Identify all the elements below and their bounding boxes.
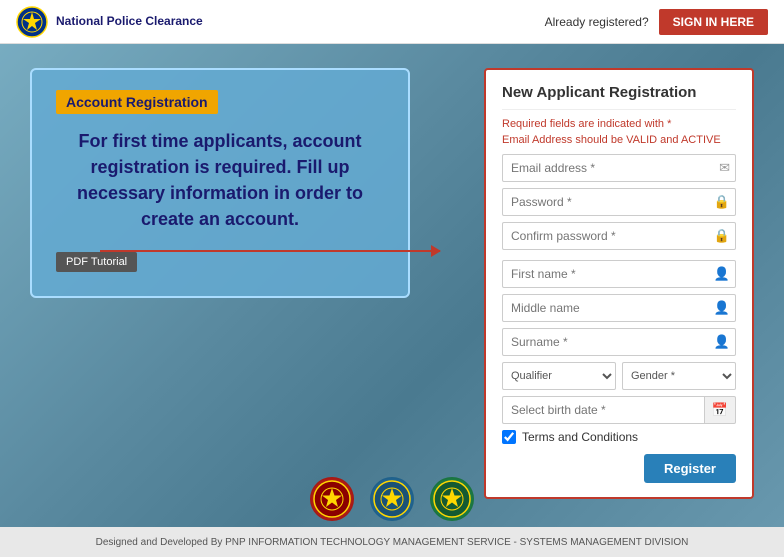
already-registered-text: Already registered? (545, 15, 649, 29)
email-input[interactable] (502, 154, 736, 182)
gender-field-group: Gender * Male Female (622, 362, 736, 390)
confirm-password-field-group: 🔒 (502, 222, 736, 250)
middle-name-input[interactable] (502, 294, 736, 322)
sign-in-button[interactable]: SIGN IN HERE (659, 9, 768, 35)
nbi-logo (370, 477, 414, 521)
footer-text: Designed and Developed By PNP INFORMATIO… (96, 537, 689, 548)
info-description: For first time applicants, account regis… (56, 128, 384, 232)
surname-input[interactable] (502, 328, 736, 356)
password-input[interactable] (502, 188, 736, 216)
pnp-logo (310, 477, 354, 521)
left-panel: Account Registration For first time appl… (30, 68, 410, 298)
gender-select[interactable]: Gender * Male Female (622, 362, 736, 390)
birthdate-input[interactable] (502, 396, 704, 424)
register-button[interactable]: Register (644, 454, 736, 483)
footer-logos (310, 477, 474, 521)
terms-checkbox[interactable] (502, 430, 516, 444)
calendar-button[interactable]: 📅 (704, 396, 736, 424)
confirm-password-input[interactable] (502, 222, 736, 250)
qualifier-select[interactable]: Qualifier Jr. Sr. II III (502, 362, 616, 390)
required-note: Required fields are indicated with * (502, 118, 736, 130)
pdf-tutorial-button[interactable]: PDF Tutorial (56, 252, 137, 272)
main-content: Account Registration For first time appl… (0, 44, 784, 517)
qualifier-gender-row: Qualifier Jr. Sr. II III Gender * Male F… (502, 362, 736, 390)
footer-bar: Designed and Developed By PNP INFORMATIO… (0, 527, 784, 557)
brand-logo-icon (16, 6, 48, 38)
arrow-indicator (100, 250, 440, 252)
email-field-group: ✉ (502, 154, 736, 182)
first-name-field-group: 👤 (502, 260, 736, 288)
navbar-right: Already registered? SIGN IN HERE (545, 9, 768, 35)
password-field-group: 🔒 (502, 188, 736, 216)
middle-name-field-group: 👤 (502, 294, 736, 322)
brand-text: National Police Clearance (56, 14, 203, 28)
doj-logo (430, 477, 474, 521)
birthdate-field-group: 📅 (502, 396, 736, 424)
email-note: Email Address should be VALID and ACTIVE (502, 134, 736, 146)
first-name-input[interactable] (502, 260, 736, 288)
register-button-container: Register (502, 454, 736, 483)
terms-label[interactable]: Terms and Conditions (522, 430, 638, 444)
registration-form-panel: New Applicant Registration Required fiel… (484, 68, 754, 499)
terms-row: Terms and Conditions (502, 430, 736, 444)
info-box: Account Registration For first time appl… (30, 68, 410, 298)
brand: National Police Clearance (16, 6, 203, 38)
account-registration-badge: Account Registration (56, 90, 218, 114)
form-title: New Applicant Registration (502, 84, 736, 110)
surname-field-group: 👤 (502, 328, 736, 356)
qualifier-field-group: Qualifier Jr. Sr. II III (502, 362, 616, 390)
navbar: National Police Clearance Already regist… (0, 0, 784, 44)
